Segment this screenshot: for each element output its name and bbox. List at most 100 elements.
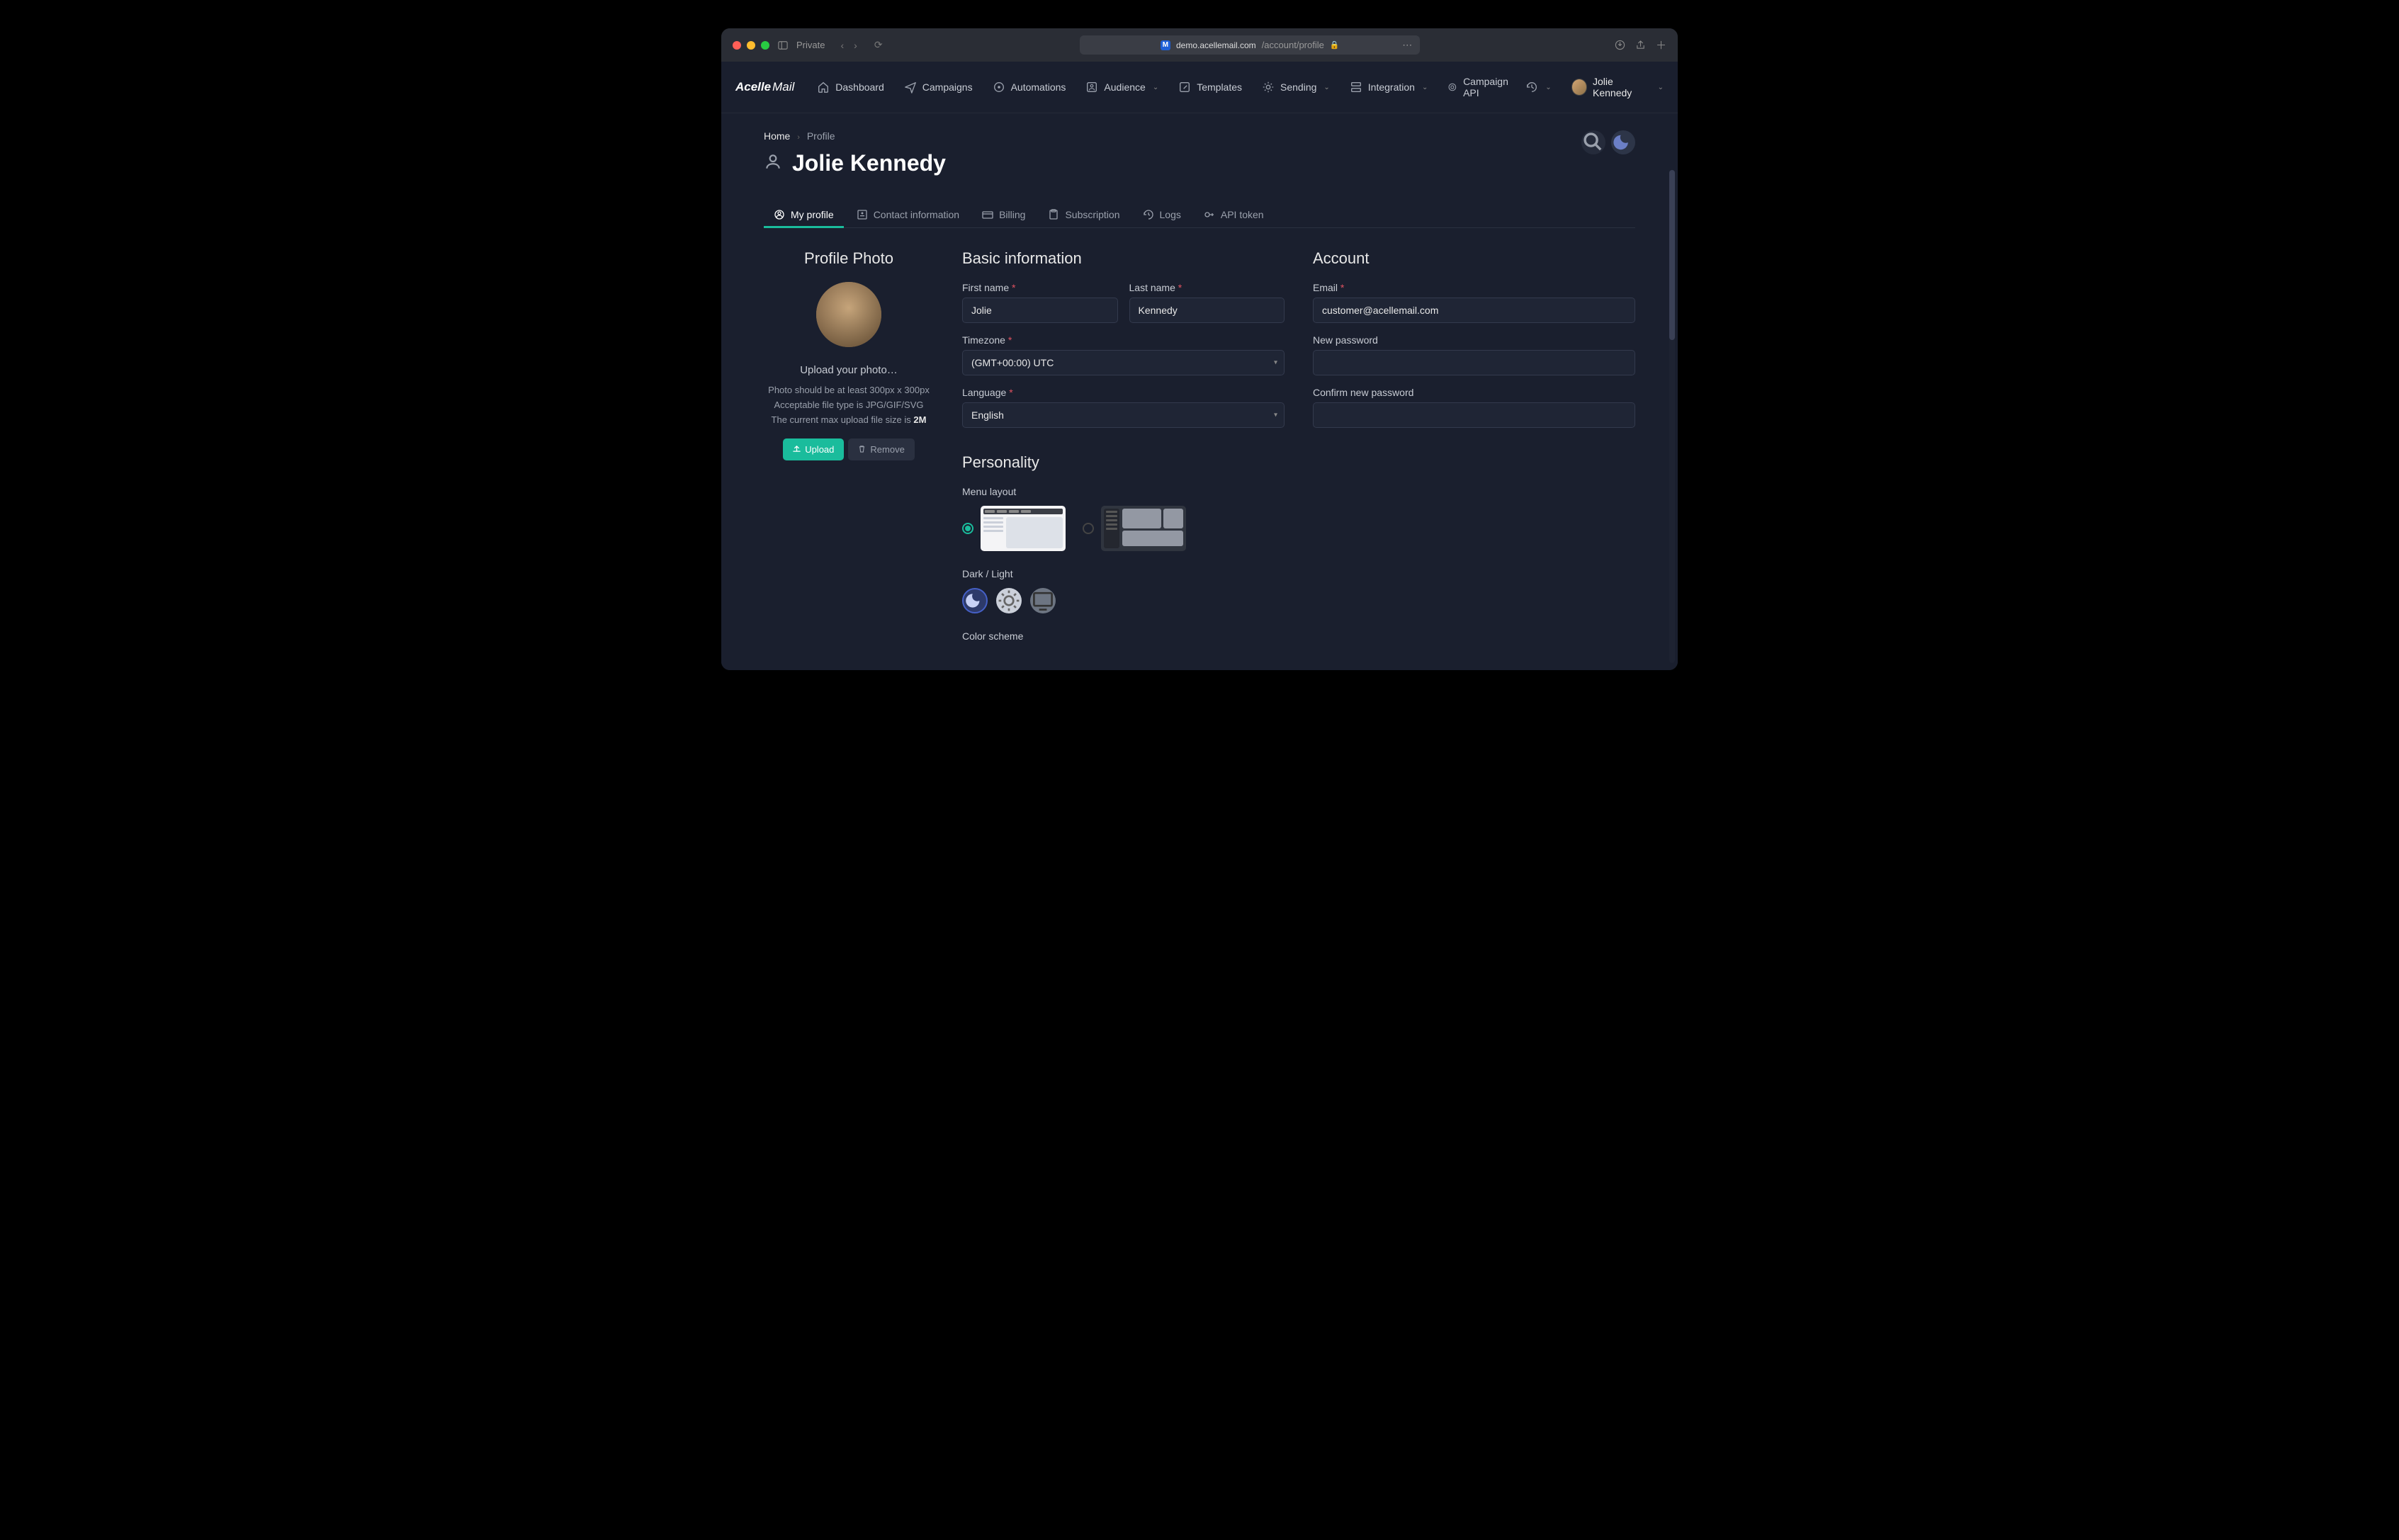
language-select[interactable]: English	[962, 402, 1285, 428]
theme-light-button[interactable]	[996, 588, 1022, 613]
new-password-label: New password	[1313, 334, 1635, 346]
user-display-name: Jolie Kennedy	[1593, 76, 1651, 98]
downloads-icon[interactable]	[1615, 38, 1625, 52]
new-tab-icon[interactable]: ＋	[1656, 38, 1666, 52]
section-title-basic: Basic information	[962, 249, 1285, 268]
chevron-down-icon: ⌄	[1323, 84, 1329, 91]
breadcrumb-separator: ›	[797, 133, 800, 142]
share-icon[interactable]	[1635, 38, 1646, 52]
history-icon	[1143, 209, 1154, 220]
nav-history[interactable]: ⌄	[1520, 77, 1557, 98]
theme-dark-button[interactable]	[962, 588, 988, 613]
back-button[interactable]: ‹	[837, 38, 847, 52]
nav-label: Templates	[1197, 81, 1242, 93]
site-icon: M	[1161, 40, 1170, 50]
chevron-down-icon: ⌄	[1153, 84, 1158, 91]
key-icon	[1204, 209, 1215, 220]
tab-logs[interactable]: Logs	[1133, 202, 1191, 227]
page-title: Jolie Kennedy	[792, 150, 946, 176]
api-icon	[1447, 81, 1457, 94]
email-input[interactable]	[1313, 298, 1635, 323]
close-window-button[interactable]	[733, 41, 741, 50]
sidebar-icon[interactable]	[778, 40, 788, 50]
minimize-window-button[interactable]	[747, 41, 755, 50]
timezone-select[interactable]: (GMT+00:00) UTC	[962, 350, 1285, 375]
tab-label: My profile	[791, 209, 834, 220]
url-bar: M demo.acellemail.com/account/profile 🔒 …	[894, 35, 1606, 55]
history-icon	[1525, 81, 1538, 94]
breadcrumb-home[interactable]: Home	[764, 130, 790, 142]
layout-preview-top	[981, 506, 1066, 551]
tab-label: API token	[1221, 209, 1264, 220]
nav-label: Dashboard	[835, 81, 884, 93]
user-menu[interactable]: Jolie Kennedy ⌄	[1571, 76, 1664, 98]
nav-label: Campaign API	[1463, 76, 1511, 98]
maximize-window-button[interactable]	[761, 41, 769, 50]
search-button[interactable]	[1581, 130, 1605, 154]
last-name-input[interactable]	[1129, 298, 1285, 323]
radio-checked[interactable]	[962, 523, 973, 534]
site-settings-icon[interactable]: ⋯	[1402, 39, 1413, 51]
upload-button[interactable]: Upload	[783, 438, 844, 460]
breadcrumb: Home › Profile	[764, 130, 946, 142]
first-name-label: First name *	[962, 282, 1118, 293]
radio-unchecked[interactable]	[1083, 523, 1094, 534]
theme-toggle-button[interactable]	[1611, 130, 1635, 154]
nav-campaigns[interactable]: Campaigns	[896, 72, 981, 103]
layout-preview-side	[1101, 506, 1186, 551]
profile-photo[interactable]	[816, 282, 881, 347]
target-icon	[993, 81, 1005, 94]
section-title-account: Account	[1313, 249, 1635, 268]
forward-button[interactable]: ›	[851, 38, 860, 52]
send-icon	[904, 81, 917, 94]
home-icon	[817, 81, 830, 94]
nav-dashboard[interactable]: Dashboard	[808, 72, 893, 103]
photo-help-text: Photo should be at least 300px x 300px A…	[764, 383, 934, 427]
gear-icon	[1262, 81, 1275, 94]
tab-label: Billing	[999, 209, 1025, 220]
upload-label: Upload your photo…	[764, 364, 934, 376]
users-icon	[1085, 81, 1098, 94]
nav-sending[interactable]: Sending ⌄	[1253, 72, 1338, 103]
first-name-input[interactable]	[962, 298, 1118, 323]
server-icon	[1350, 81, 1362, 94]
tab-api-token[interactable]: API token	[1194, 202, 1274, 227]
page-content: Home › Profile Jolie Kennedy	[721, 113, 1678, 670]
private-label: Private	[796, 40, 825, 50]
confirm-password-input[interactable]	[1313, 402, 1635, 428]
tab-contact-info[interactable]: Contact information	[847, 202, 969, 227]
nav-audience[interactable]: Audience ⌄	[1077, 72, 1167, 103]
remove-button[interactable]: Remove	[848, 438, 914, 460]
nav-templates[interactable]: Templates	[1170, 72, 1251, 103]
tabs: My profile Contact information Billing S…	[764, 202, 1635, 228]
clipboard-icon	[1048, 209, 1059, 220]
scrollbar[interactable]	[1669, 170, 1675, 663]
app-topbar: AcelleMail Dashboard Campaigns Automatio…	[721, 62, 1678, 113]
tab-my-profile[interactable]: My profile	[764, 202, 844, 227]
nav-integration[interactable]: Integration ⌄	[1341, 72, 1437, 103]
layout-option-top[interactable]	[962, 506, 1066, 551]
nav-campaign-api[interactable]: Campaign API	[1439, 72, 1520, 103]
tab-label: Contact information	[874, 209, 959, 220]
email-label: Email *	[1313, 282, 1635, 293]
lock-icon: 🔒	[1330, 40, 1340, 50]
tab-subscription[interactable]: Subscription	[1038, 202, 1129, 227]
new-password-input[interactable]	[1313, 350, 1635, 375]
nav-label: Sending	[1280, 81, 1316, 93]
trash-icon	[858, 444, 866, 455]
avatar	[1571, 79, 1587, 96]
chevron-down-icon: ⌄	[1545, 84, 1551, 91]
url-field[interactable]: M demo.acellemail.com/account/profile 🔒 …	[1080, 35, 1420, 55]
menu-layout-label: Menu layout	[962, 486, 1285, 497]
layout-option-side[interactable]	[1083, 506, 1186, 551]
brand-logo[interactable]: AcelleMail	[735, 80, 794, 94]
traffic-lights	[733, 41, 769, 50]
nav-automations[interactable]: Automations	[984, 72, 1075, 103]
nav-label: Integration	[1368, 81, 1415, 93]
theme-auto-button[interactable]	[1030, 588, 1056, 613]
reload-button[interactable]: ⟳	[871, 38, 886, 52]
browser-window: Private ‹ › ⟳ M demo.acellemail.com/acco…	[721, 28, 1678, 670]
tab-billing[interactable]: Billing	[972, 202, 1035, 227]
dark-light-label: Dark / Light	[962, 568, 1285, 579]
color-scheme-label: Color scheme	[962, 630, 1285, 642]
